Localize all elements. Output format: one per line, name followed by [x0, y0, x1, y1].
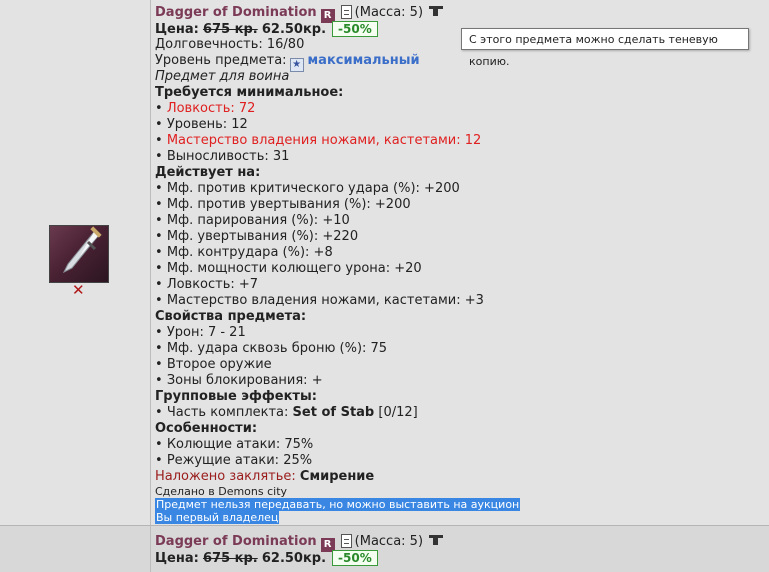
item-mass: (Масса: 5)	[354, 5, 424, 20]
class-note: Предмет для воина	[155, 69, 290, 84]
item-header: Dagger of Domination R (Масса: 5)	[155, 534, 444, 552]
prop-item: • Мф. удара сквозь броню (%): 75	[155, 341, 388, 356]
document-icon[interactable]	[340, 534, 352, 548]
item-mass: (Масса: 5)	[354, 534, 424, 549]
item-row: ✕ Dagger of Domination R (Масса: 5) Цена: …	[0, 0, 769, 526]
price-old: 675 кр.	[202, 22, 258, 37]
requirement-item: • Ловкость: 72	[155, 101, 256, 116]
effect-item: • Мастерство владения ножами, кастетами:…	[155, 293, 484, 308]
feature-item: • Режущие атаки: 25%	[155, 453, 313, 468]
document-icon[interactable]	[340, 5, 352, 19]
anvil-icon[interactable]	[429, 535, 444, 545]
dagger-item-icon[interactable]	[49, 225, 109, 283]
effect-item: • Мф. против увертывания (%): +200	[155, 197, 411, 212]
set-link[interactable]: Set of Stab	[293, 405, 375, 420]
requirement-item: • Уровень: 12	[155, 117, 248, 132]
item-row: Dagger of Domination R (Масса: 5) Цена: 67…	[0, 526, 769, 572]
effect-item: • Мф. увертывания (%): +220	[155, 229, 359, 244]
requirement-item: • Мастерство владения ножами, кастетами:…	[155, 133, 482, 148]
group-item: • Часть комплекта: Set of Stab [0/12]	[155, 405, 418, 420]
item-details: Dagger of Domination R (Масса: 5) Цена: 67…	[155, 0, 769, 525]
effects-header: Действует на:	[155, 165, 261, 180]
item-header: Dagger of Domination R (Масса: 5)	[155, 5, 444, 23]
item-title[interactable]: Dagger of Domination	[155, 5, 317, 20]
remove-cross-icon[interactable]: ✕	[72, 283, 85, 298]
discount-badge: -50%	[332, 550, 378, 566]
effect-item: • Мф. парирования (%): +10	[155, 213, 350, 228]
anvil-icon[interactable]	[429, 6, 444, 16]
item-level-line: Уровень предмета: ★ максимальный	[155, 53, 420, 72]
price-new: 62.50кр.	[261, 551, 327, 566]
transfer-note: Предмет нельзя передавать, но можно выст…	[155, 498, 521, 511]
requirements-header: Требуется минимальное:	[155, 85, 344, 100]
price-line: Цена: 675 кр. 62.50кр. -50%	[155, 21, 378, 37]
level-icon: ★	[289, 58, 304, 72]
feature-item: • Колющие атаки: 75%	[155, 437, 314, 452]
item-image-cell: ✕	[0, 0, 151, 525]
price-new: 62.50кр.	[261, 22, 327, 37]
effect-item: • Мф. против критического удара (%): +20…	[155, 181, 460, 196]
tooltip: С этого предмета можно сделать теневую к…	[461, 28, 749, 68]
prop-item: • Второе оружие	[155, 357, 272, 372]
price-old: 675 кр.	[202, 551, 258, 566]
effect-item: • Мф. контрудара (%): +8	[155, 245, 333, 260]
features-header: Особенности:	[155, 421, 258, 436]
effect-item: • Мф. мощности колющего урона: +20	[155, 261, 422, 276]
price-label: Цена:	[155, 22, 199, 37]
price-label: Цена:	[155, 551, 199, 566]
item-details: Dagger of Domination R (Масса: 5) Цена: 67…	[155, 526, 769, 572]
durability: Долговечность: 16/80	[155, 37, 305, 52]
owner-note: Вы первый владелец	[155, 511, 280, 524]
prop-item: • Зоны блокирования: +	[155, 373, 323, 388]
item-level-label: Уровень предмета:	[155, 53, 287, 68]
price-line: Цена: 675 кр. 62.50кр. -50%	[155, 550, 378, 566]
props-header: Свойства предмета:	[155, 309, 307, 324]
effect-item: • Ловкость: +7	[155, 277, 259, 292]
prop-item: • Урон: 7 - 21	[155, 325, 246, 340]
item-image-cell	[0, 526, 151, 572]
spell-line: Наложено заклятье: Смирение	[155, 469, 375, 484]
made-in: Сделано в Demons city	[155, 485, 288, 498]
group-header: Групповые эффекты:	[155, 389, 317, 404]
requirement-item: • Выносливость: 31	[155, 149, 290, 164]
item-title[interactable]: Dagger of Domination	[155, 534, 317, 549]
item-level-value: максимальный	[307, 53, 420, 68]
discount-badge: -50%	[332, 21, 378, 37]
